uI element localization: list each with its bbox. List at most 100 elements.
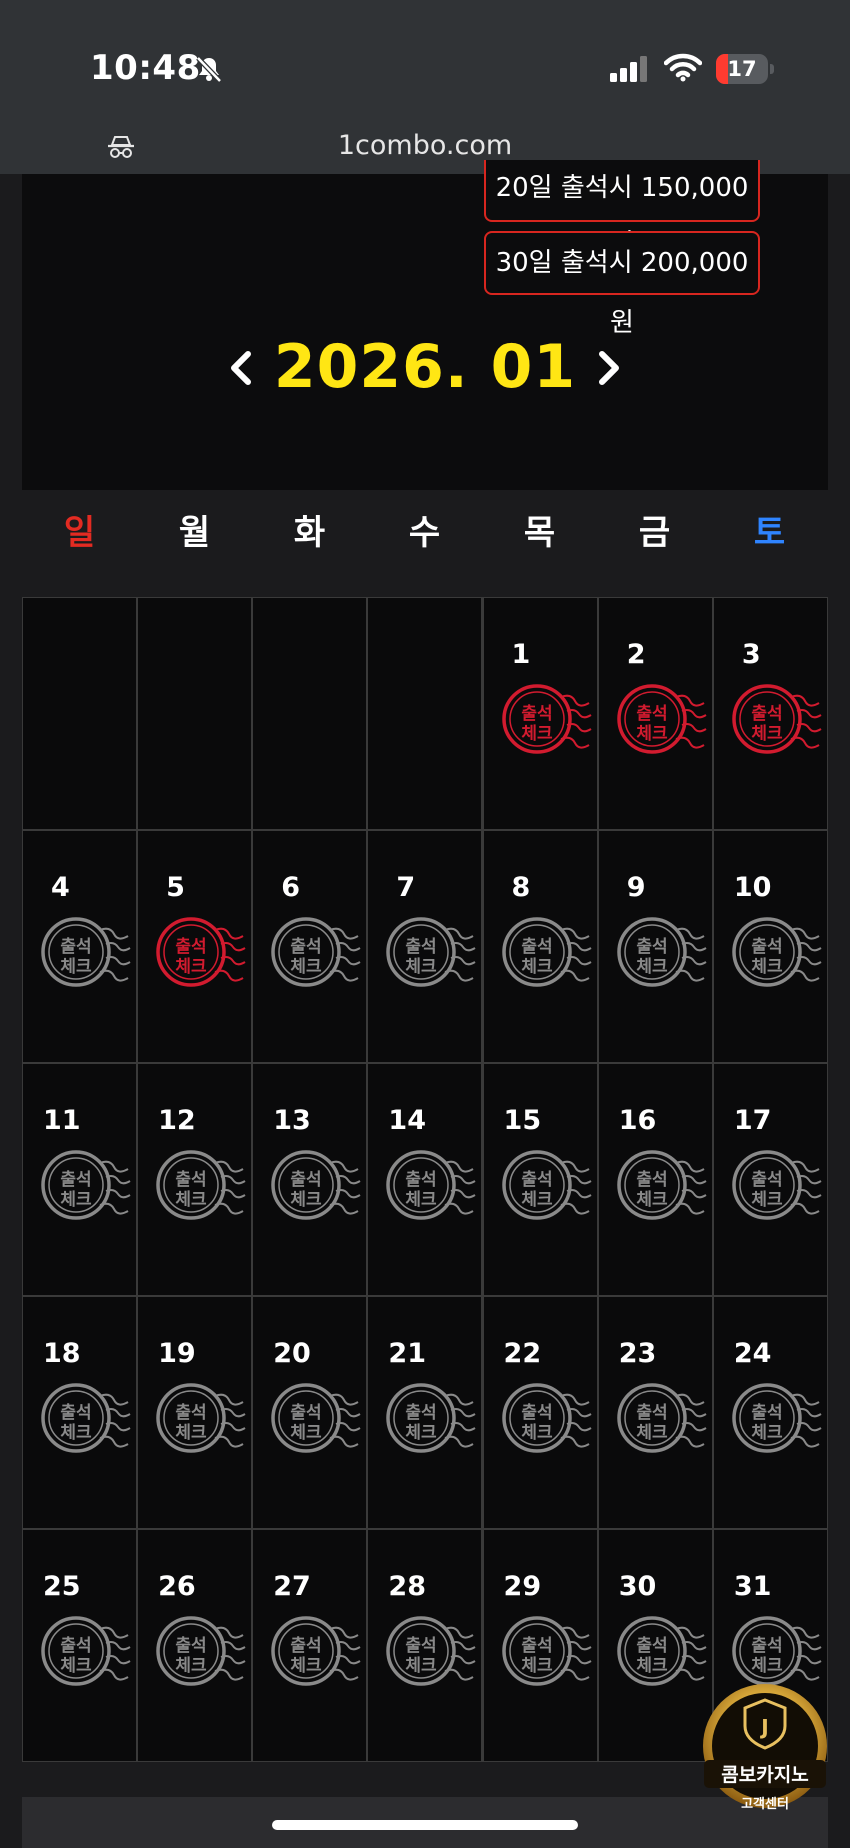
svg-text:출석: 출석: [406, 1636, 437, 1656]
calendar-day-cell[interactable]: 11 출석 체크: [23, 1064, 136, 1295]
svg-text:체크: 체크: [406, 1656, 438, 1676]
attendance-stamp-unchecked-icon: 출석체크: [271, 1616, 361, 1686]
calendar-day-cell[interactable]: 23 출석 체크: [598, 1297, 712, 1528]
svg-text:출석: 출석: [291, 1403, 322, 1423]
attendance-stamp-unchecked-icon: 출석체크: [386, 1616, 476, 1686]
calendar-day-cell[interactable]: 6 출석 체크: [253, 831, 367, 1062]
svg-text:출석: 출석: [60, 1636, 91, 1656]
attendance-stamp-checked-icon: 출석체크: [501, 684, 592, 754]
svg-text:출석: 출석: [175, 1170, 206, 1190]
svg-text:체크: 체크: [406, 1190, 438, 1210]
svg-text:체크: 체크: [291, 1656, 323, 1676]
svg-text:출석: 출석: [521, 1403, 552, 1423]
calendar-day-cell[interactable]: 30 출석 체크: [598, 1530, 712, 1761]
weekday-thu: 목: [523, 513, 556, 553]
svg-text:체크: 체크: [175, 957, 207, 977]
day-number: 14: [388, 1105, 426, 1136]
calendar-day-cell[interactable]: 17 출석 체크: [713, 1064, 827, 1295]
svg-text:출석: 출석: [751, 1403, 782, 1423]
bell-muted-icon: [196, 56, 222, 83]
svg-text:출석: 출석: [751, 1636, 782, 1656]
svg-text:출석: 출석: [751, 1170, 782, 1190]
calendar-day-cell[interactable]: 12 출석 체크: [138, 1064, 252, 1295]
status-time: 10:48: [90, 48, 201, 88]
attendance-stamp-checked-icon: 출석체크: [616, 684, 707, 754]
calendar-day-cell[interactable]: 15 출석 체크: [483, 1064, 597, 1295]
day-number: 30: [618, 1571, 657, 1602]
attendance-stamp-unchecked-icon: 출석체크: [156, 1383, 246, 1453]
day-number: 31: [733, 1571, 772, 1602]
svg-text:J: J: [759, 1715, 768, 1739]
day-number: 28: [388, 1571, 426, 1602]
calendar-day-cell[interactable]: 2 출석 체크: [598, 598, 712, 829]
svg-text:출석: 출석: [406, 937, 437, 957]
day-number: 7: [396, 872, 416, 903]
svg-text:체크: 체크: [60, 1656, 92, 1676]
attendance-stamp-unchecked-icon: 출석체크: [41, 1616, 131, 1686]
calendar-day-cell[interactable]: 7 출석 체크: [368, 831, 482, 1062]
attendance-stamp-unchecked-icon: 출석체크: [501, 1150, 592, 1220]
attendance-stamp-unchecked-icon: 출석체크: [271, 1383, 361, 1453]
reward-30-days: 30일 출석시 200,000원: [484, 231, 760, 338]
attendance-stamp-unchecked-icon: 출석체크: [271, 917, 361, 987]
next-month-icon[interactable]: [588, 348, 628, 388]
svg-text:출석: 출석: [751, 937, 782, 957]
calendar-day-cell[interactable]: 25 출석 체크: [23, 1530, 136, 1761]
customer-center-badge[interactable]: J 콤보카지노 고객센터: [700, 1680, 830, 1826]
svg-text:출석: 출석: [175, 937, 206, 957]
calendar-day-cell[interactable]: 20 출석 체크: [253, 1297, 367, 1528]
day-number: 29: [503, 1571, 542, 1602]
calendar-day-cell[interactable]: 3 출석 체크: [713, 598, 827, 829]
svg-text:출석: 출석: [521, 704, 552, 724]
calendar-day-cell[interactable]: 4 출석 체크: [23, 831, 136, 1062]
calendar-day-cell[interactable]: 10 출석 체크: [713, 831, 827, 1062]
svg-text:출석: 출석: [291, 1636, 322, 1656]
calendar-day-cell[interactable]: 26 출석 체크: [138, 1530, 252, 1761]
weekday-sun: 일: [63, 513, 96, 553]
calendar-day-cell[interactable]: 16 출석 체크: [598, 1064, 712, 1295]
calendar-day-cell[interactable]: 14 출석 체크: [368, 1064, 482, 1295]
day-number: 19: [158, 1338, 196, 1369]
calendar-empty-cell: [23, 598, 136, 829]
calendar-day-cell[interactable]: 29 출석 체크: [483, 1530, 597, 1761]
url-text[interactable]: 1combo.com: [0, 130, 850, 161]
day-number: 15: [503, 1105, 542, 1136]
svg-text:출석: 출석: [60, 1403, 91, 1423]
day-number: 25: [43, 1571, 81, 1602]
calendar-day-cell[interactable]: 5 출석 체크: [138, 831, 252, 1062]
calendar-day-cell[interactable]: 9 출석 체크: [598, 831, 712, 1062]
attendance-stamp-unchecked-icon: 출석체크: [616, 1616, 707, 1686]
day-number: 27: [273, 1571, 311, 1602]
svg-text:출석: 출석: [521, 1170, 552, 1190]
calendar-day-cell[interactable]: 19 출석 체크: [138, 1297, 252, 1528]
calendar-day-cell[interactable]: 27 출석 체크: [253, 1530, 367, 1761]
day-number: 4: [51, 872, 70, 903]
calendar-day-cell[interactable]: 8 출석 체크: [483, 831, 597, 1062]
reward-20-days: 20일 출석시 150,000원: [484, 160, 760, 259]
attendance-stamp-unchecked-icon: 출석체크: [41, 1383, 131, 1453]
calendar-day-cell[interactable]: 21 출석 체크: [368, 1297, 482, 1528]
calendar-day-cell[interactable]: 18 출석 체크: [23, 1297, 136, 1528]
battery-indicator: 17: [716, 54, 774, 84]
calendar-day-cell[interactable]: 22 출석 체크: [483, 1297, 597, 1528]
svg-text:출석: 출석: [406, 1403, 437, 1423]
svg-text:출석: 출석: [636, 1170, 667, 1190]
calendar-day-cell[interactable]: 13 출석 체크: [253, 1064, 367, 1295]
calendar-day-cell[interactable]: 24 출석 체크: [713, 1297, 827, 1528]
badge-title: 콤보카지노: [721, 1764, 808, 1786]
svg-text:체크: 체크: [636, 1190, 668, 1210]
calendar-day-cell[interactable]: 1 출석 체크: [483, 598, 597, 829]
svg-text:출석: 출석: [521, 937, 552, 957]
day-number: 24: [733, 1338, 772, 1369]
day-number: 6: [281, 872, 301, 903]
day-number: 23: [618, 1338, 657, 1369]
svg-text:체크: 체크: [406, 957, 438, 977]
svg-text:체크: 체크: [521, 1190, 553, 1210]
svg-text:체크: 체크: [751, 724, 783, 744]
attendance-stamp-unchecked-icon: 출석체크: [271, 1150, 361, 1220]
attendance-stamp-unchecked-icon: 출석체크: [616, 1383, 707, 1453]
svg-text:출석: 출석: [751, 704, 782, 724]
svg-text:체크: 체크: [291, 1423, 323, 1443]
attendance-stamp-unchecked-icon: 출석체크: [732, 1383, 822, 1453]
calendar-day-cell[interactable]: 28 출석 체크: [368, 1530, 482, 1761]
